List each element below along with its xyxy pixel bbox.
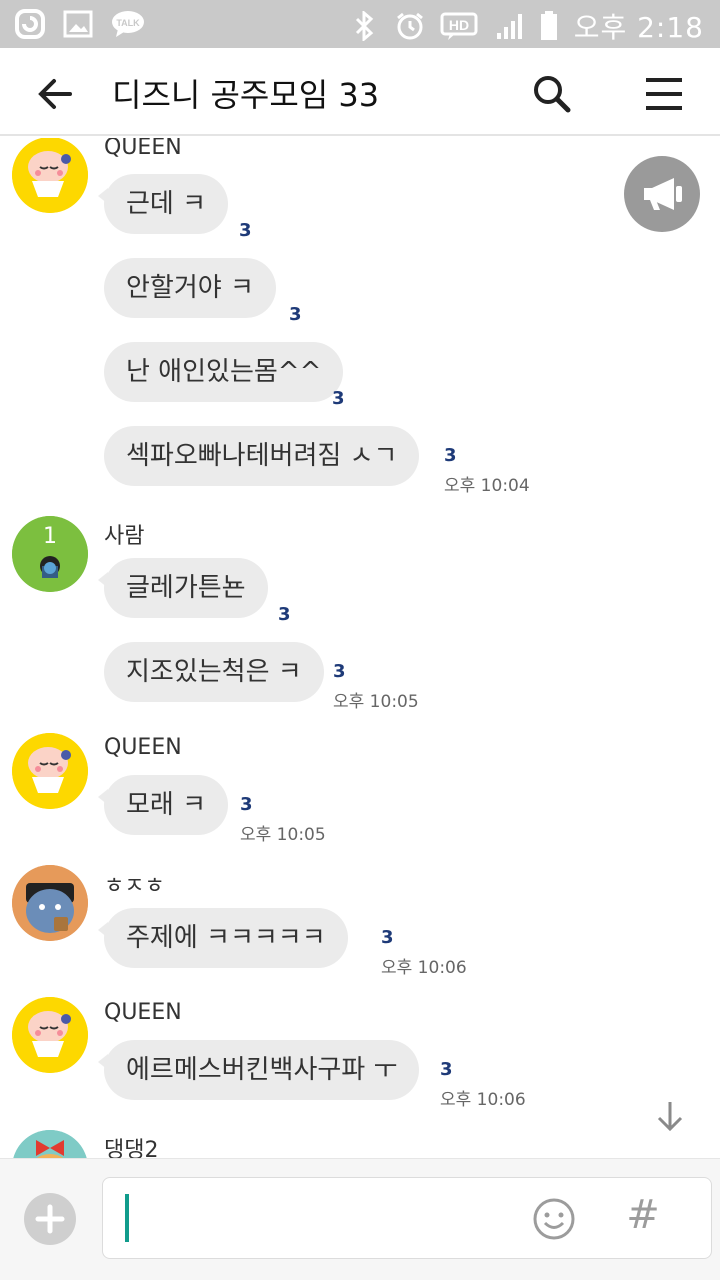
plus-icon — [35, 1204, 65, 1234]
scroll-down-button[interactable] — [652, 1098, 688, 1134]
text-caret — [125, 1194, 129, 1242]
hashtag-button[interactable]: # — [623, 1192, 663, 1242]
message-time: 오후 10:05 — [333, 692, 419, 712]
message-time: 오후 10:06 — [381, 958, 467, 978]
message-time: 오후 10:04 — [444, 476, 530, 496]
olleh-icon — [14, 8, 46, 40]
gallery-icon — [62, 8, 94, 40]
ribbon-avatar[interactable] — [12, 1130, 88, 1158]
apeach-avatar[interactable] — [12, 138, 88, 213]
alarm-icon — [394, 10, 426, 42]
message-bubble[interactable]: 안할거야 ㅋ — [104, 258, 276, 318]
search-icon — [534, 76, 571, 113]
back-button[interactable] — [32, 70, 80, 118]
talk-icon: TALK — [110, 8, 146, 40]
attach-button[interactable] — [24, 1193, 76, 1245]
battery-icon — [538, 10, 560, 42]
talk-badge-text: TALK — [116, 18, 140, 28]
message-bubble[interactable]: 글레가튼뇬 — [98, 558, 268, 618]
message-input[interactable]: # — [102, 1177, 712, 1259]
sender-name: QUEEN — [104, 735, 182, 760]
status-time: 오후 2:18 — [573, 11, 704, 44]
arrow-down-icon — [657, 1102, 683, 1132]
message-time: 오후 10:06 — [440, 1090, 526, 1110]
sender-name: 사람 — [104, 524, 145, 549]
unread-count: 3 — [239, 220, 252, 241]
apeach-avatar[interactable] — [12, 997, 88, 1073]
message-bubble[interactable]: 주제에 ㅋㅋㅋㅋㅋ — [98, 908, 348, 968]
unread-count: 3 — [440, 1059, 453, 1080]
message-bubble[interactable]: 모래 ㅋ — [97, 775, 229, 835]
message-time: 오후 10:05 — [240, 825, 326, 845]
green-avatar[interactable]: 1 — [12, 516, 88, 592]
unread-count: 3 — [289, 304, 302, 325]
chat-title: 디즈니 공주모임 33 — [112, 76, 380, 114]
message-bubble[interactable]: 지조있는척은 ㅋ — [104, 642, 324, 702]
message-bubble[interactable]: 근데 ㅋ — [97, 174, 229, 234]
bluetooth-icon — [348, 10, 380, 42]
message-input-bar: # — [0, 1158, 720, 1280]
hd-icon: HD — [440, 10, 478, 42]
signal-icon — [492, 10, 524, 42]
avatar-number: 1 — [43, 524, 57, 549]
emoticon-button[interactable] — [531, 1196, 577, 1242]
hd-label: HD — [449, 17, 469, 33]
chat-area[interactable]: QUEEN 근데 ㅋ 3 안할거야 ㅋ 3 난 애인있는몸^^ 3 섹파오빠나테… — [0, 138, 720, 1158]
cat-avatar[interactable] — [12, 865, 88, 941]
unread-count: 3 — [333, 661, 346, 682]
sender-name: ㅎㅈㅎ — [104, 874, 165, 899]
unread-count: 3 — [278, 604, 291, 625]
message-bubble[interactable]: 섹파오빠나테버려짐 ㅅㄱ — [104, 426, 420, 486]
sender-name: QUEEN — [104, 1000, 182, 1025]
message-bubble[interactable]: 난 애인있는몸^^ — [104, 342, 344, 402]
unread-count: 3 — [332, 388, 345, 409]
sender-name: 댕댕2 — [104, 1138, 159, 1158]
unread-count: 3 — [444, 445, 457, 466]
megaphone-icon — [644, 178, 682, 210]
announcement-button[interactable] — [624, 156, 700, 232]
smiley-icon — [533, 1198, 575, 1240]
apeach-avatar[interactable] — [12, 733, 88, 809]
unread-count: 3 — [381, 927, 394, 948]
unread-count: 3 — [240, 794, 253, 815]
message-bubble[interactable]: 에르메스버킨백사구파 ㅜ — [97, 1040, 420, 1100]
menu-button[interactable] — [640, 72, 688, 116]
chat-header: 디즈니 공주모임 33 — [0, 48, 720, 136]
hamburger-icon — [646, 78, 682, 110]
arrow-left-icon — [38, 79, 72, 109]
sender-name: QUEEN — [104, 138, 182, 160]
status-bar: TALK HD 오후 2:18 — [0, 0, 720, 48]
search-button[interactable] — [528, 70, 576, 118]
